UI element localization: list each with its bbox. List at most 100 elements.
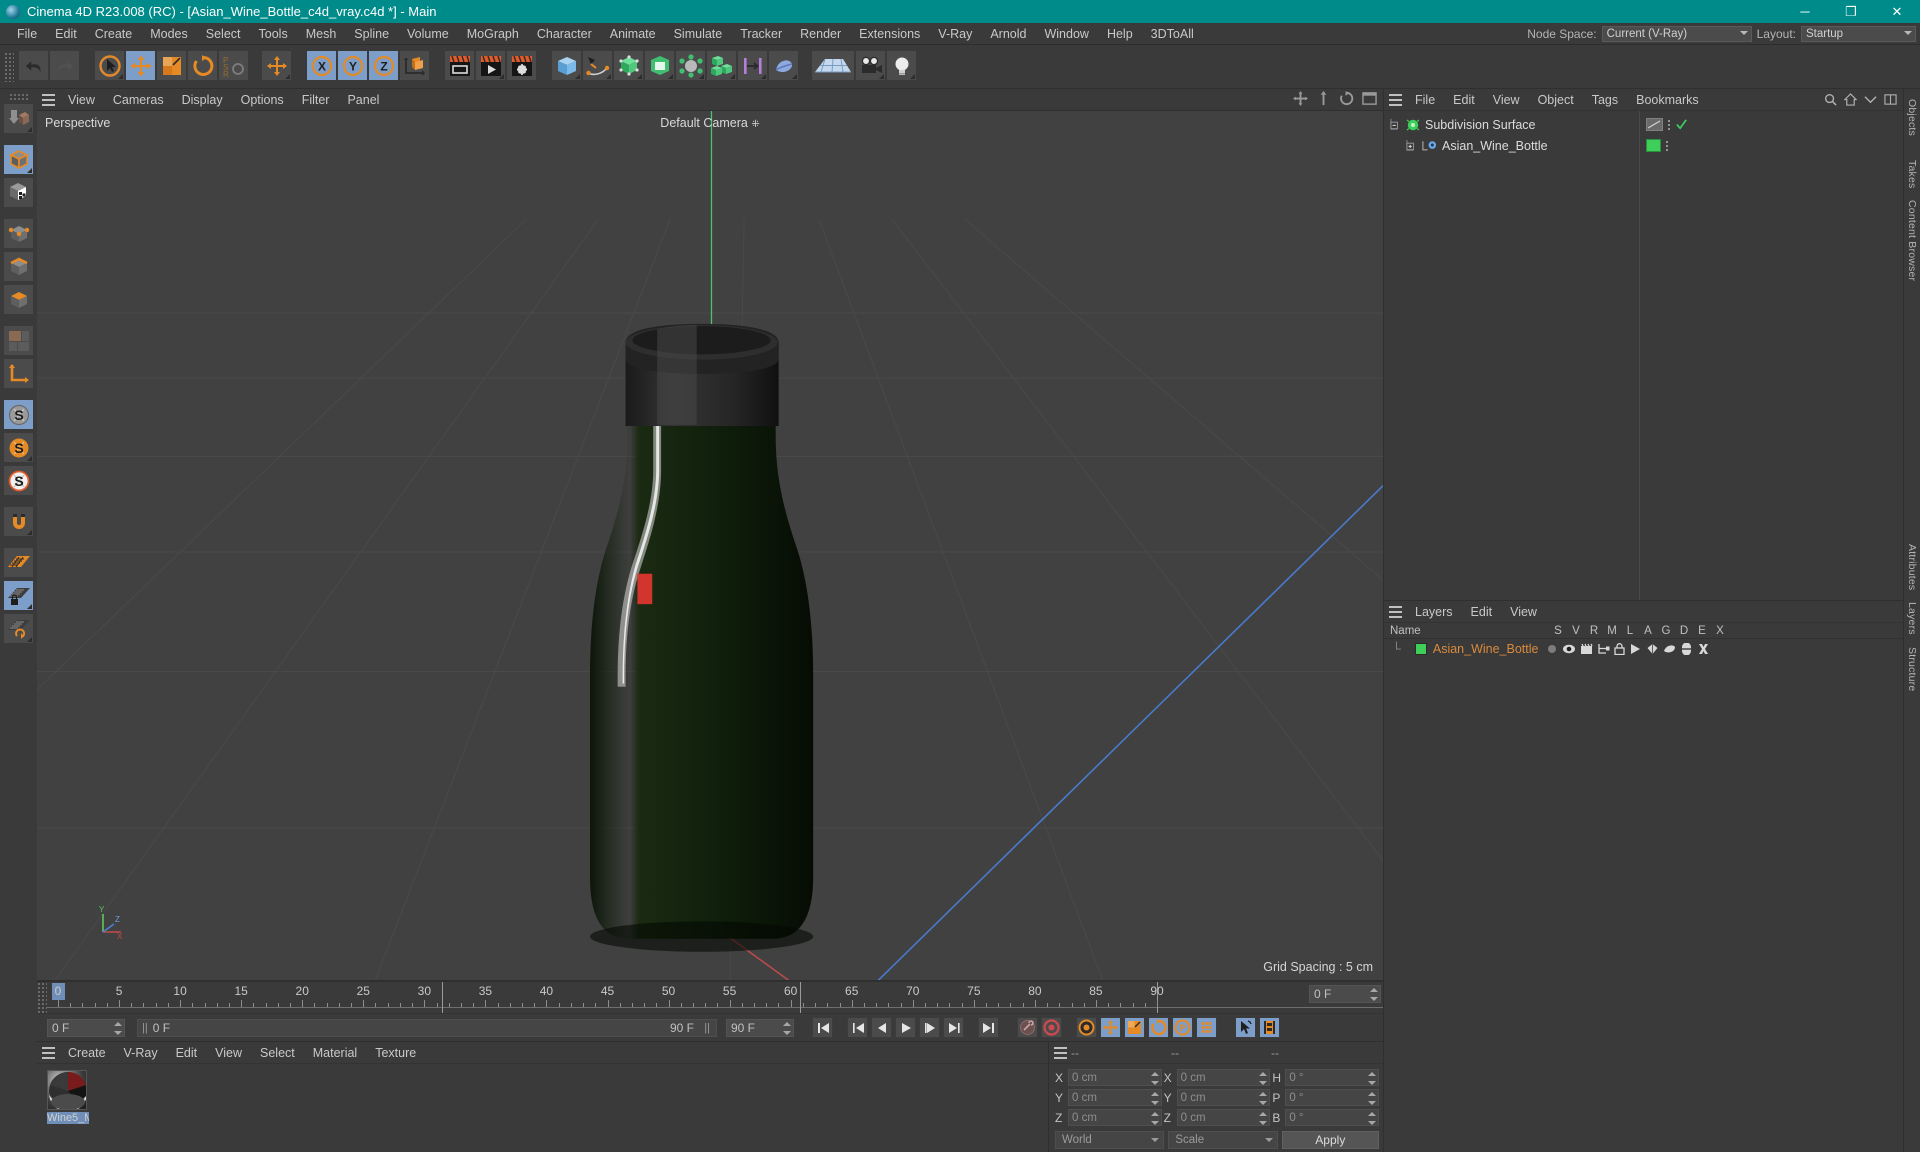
material-menu-vray[interactable]: V-Ray — [115, 1042, 167, 1064]
undo-button[interactable] — [18, 50, 49, 81]
scene-floor-button[interactable] — [811, 50, 855, 81]
close-button[interactable]: ✕ — [1874, 0, 1920, 23]
rot-h-field[interactable]: 0 ° — [1285, 1069, 1380, 1086]
menu-window[interactable]: Window — [1035, 23, 1097, 45]
tab-objects[interactable]: Objects — [1905, 93, 1919, 142]
layer-col-a[interactable]: A — [1639, 625, 1657, 637]
render-icon[interactable] — [1580, 643, 1594, 655]
menu-edit[interactable]: Edit — [46, 23, 86, 45]
pan-view-icon[interactable] — [1316, 91, 1331, 106]
add-cube-button[interactable] — [551, 50, 582, 81]
point-level-animation-button[interactable] — [1196, 1017, 1217, 1038]
axis-modification-button[interactable] — [3, 358, 34, 389]
edges-mode-button[interactable] — [3, 251, 34, 282]
size-z-field[interactable]: 0 cm — [1176, 1109, 1271, 1126]
psr-lock-button[interactable]: P S R — [218, 50, 249, 81]
lock-workplane-button[interactable] — [3, 580, 34, 611]
object-menu-bookmarks[interactable]: Bookmarks — [1627, 89, 1708, 111]
layer-color-swatch[interactable] — [1414, 643, 1427, 655]
left-toolbar-grip[interactable] — [8, 93, 29, 100]
coordinate-system-dropdown[interactable]: World — [1055, 1131, 1165, 1149]
viewport-solo-button[interactable] — [3, 325, 34, 356]
material-preview-thumbnail[interactable] — [47, 1070, 87, 1110]
object-menu-file[interactable]: File — [1406, 89, 1444, 111]
array-object-button[interactable] — [706, 50, 737, 81]
spline-pen-button[interactable] — [582, 50, 613, 81]
render-settings-button[interactable] — [506, 50, 537, 81]
generators-button[interactable] — [613, 50, 644, 81]
menu-arnold[interactable]: Arnold — [981, 23, 1035, 45]
check-icon[interactable] — [1675, 118, 1688, 131]
object-menu-view[interactable]: View — [1484, 89, 1529, 111]
menu-select[interactable]: Select — [197, 23, 250, 45]
menu-3dtoall[interactable]: 3DToAll — [1142, 23, 1203, 45]
menu-tracker[interactable]: Tracker — [731, 23, 791, 45]
layer-color-tag[interactable] — [1646, 139, 1661, 152]
home-icon[interactable] — [1844, 93, 1857, 106]
viewport-menu-filter[interactable]: Filter — [293, 89, 339, 111]
search-icon[interactable] — [1824, 93, 1837, 106]
spinner-icon[interactable] — [1368, 1112, 1377, 1125]
next-frame-button[interactable] — [919, 1017, 940, 1038]
render-view-button[interactable] — [444, 50, 475, 81]
spinner-icon[interactable] — [1150, 1072, 1159, 1085]
viewport-menu-display[interactable]: Display — [173, 89, 232, 111]
menu-extensions[interactable]: Extensions — [850, 23, 929, 45]
spinner-icon[interactable] — [1259, 1072, 1268, 1085]
object-row-asian-wine-bottle[interactable]: Asian_Wine_Bottle — [1384, 135, 1903, 156]
texture-mode-button[interactable] — [3, 177, 34, 208]
menu-mograph[interactable]: MoGraph — [458, 23, 528, 45]
keyframe-selection-button[interactable] — [1076, 1017, 1097, 1038]
range-handle-right-icon[interactable]: || — [704, 1022, 710, 1034]
spinner-icon[interactable] — [1368, 1072, 1377, 1085]
go-to-end-button[interactable] — [978, 1017, 999, 1038]
magnet-tool-button[interactable] — [3, 506, 34, 537]
layer-row[interactable]: └ Asian_Wine_Bottle — [1384, 639, 1903, 659]
tab-attributes[interactable]: Attributes — [1905, 538, 1919, 596]
parameter-key-button[interactable]: P — [1172, 1017, 1193, 1038]
material-menu-burger-icon[interactable] — [37, 1042, 59, 1064]
hypernurbs-button[interactable] — [644, 50, 675, 81]
layer-menu-burger-icon[interactable] — [1384, 601, 1406, 623]
expand-collapse-icon[interactable] — [1390, 118, 1403, 131]
object-row-subdivision-surface[interactable]: Subdivision Surface — [1384, 114, 1903, 135]
visibility-eye-icon[interactable] — [1562, 643, 1576, 655]
live-selection-tool-button[interactable] — [94, 50, 125, 81]
make-editable-button[interactable] — [3, 103, 34, 134]
layer-menu-edit[interactable]: Edit — [1462, 601, 1502, 623]
rotate-tool-button[interactable] — [187, 50, 218, 81]
viewport-menu-view[interactable]: View — [59, 89, 104, 111]
timeline-preview-frame-field[interactable]: 0 F — [1309, 985, 1381, 1003]
material-menu-select[interactable]: Select — [251, 1042, 304, 1064]
layer-col-d[interactable]: D — [1675, 625, 1693, 637]
menu-vray[interactable]: V-Ray — [929, 23, 981, 45]
mograph-cloner-button[interactable] — [675, 50, 706, 81]
menu-tools[interactable]: Tools — [250, 23, 297, 45]
menu-render[interactable]: Render — [791, 23, 850, 45]
animation-icon[interactable] — [1629, 643, 1642, 655]
range-handle-left-icon[interactable]: || — [142, 1022, 148, 1034]
spinner-icon[interactable] — [114, 1021, 122, 1035]
mospline-button[interactable] — [737, 50, 768, 81]
generators-icon[interactable] — [1646, 643, 1659, 655]
toolbar-grip[interactable] — [4, 51, 14, 82]
menu-file[interactable]: File — [8, 23, 46, 45]
layer-menu-view[interactable]: View — [1501, 601, 1546, 623]
maximize-button[interactable]: ❐ — [1828, 0, 1874, 23]
menu-volume[interactable]: Volume — [398, 23, 458, 45]
material-menu-texture[interactable]: Texture — [366, 1042, 425, 1064]
bend-deformer-button[interactable] — [768, 50, 799, 81]
scale-key-button[interactable] — [1124, 1017, 1145, 1038]
world-object-axis-button[interactable] — [399, 50, 430, 81]
rotate-view-icon[interactable] — [1339, 91, 1354, 106]
scale-tool-button[interactable] — [156, 50, 187, 81]
menu-simulate[interactable]: Simulate — [665, 23, 732, 45]
viewport-menu-cameras[interactable]: Cameras — [104, 89, 173, 111]
snap-settings-button[interactable]: S — [3, 432, 34, 463]
3d-viewport[interactable]: Perspective Default Camera ⁜ Grid Spacin… — [37, 111, 1383, 981]
menu-spline[interactable]: Spline — [345, 23, 398, 45]
layout-columns-icon[interactable] — [1884, 93, 1897, 106]
layer-col-v[interactable]: V — [1567, 625, 1585, 637]
expand-icon[interactable] — [1864, 93, 1877, 106]
material-menu-view[interactable]: View — [206, 1042, 251, 1064]
